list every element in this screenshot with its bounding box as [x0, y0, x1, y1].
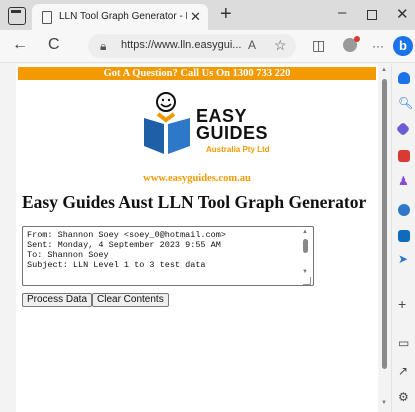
bell-icon[interactable]	[398, 72, 410, 84]
page-scrollbar[interactable]: ▲ ▼	[380, 64, 389, 412]
page-viewport: Got A Question? Call Us On 1300 733 220 …	[16, 64, 378, 412]
tab-close-icon[interactable]: ✕	[190, 9, 201, 25]
book-person-logo-icon	[144, 92, 190, 154]
read-aloud-icon[interactable]: A	[248, 38, 256, 52]
logo-subtitle: Australia Pty Ltd	[206, 145, 270, 154]
page-icon	[42, 11, 52, 24]
data-input-textarea[interactable]: From: Shannon Soey <soey_0@hotmail.com> …	[22, 226, 314, 286]
more-menu-icon[interactable]: ···	[372, 39, 384, 53]
briefcase-icon[interactable]	[398, 150, 410, 162]
send-icon[interactable]: ➤	[398, 252, 408, 266]
scroll-up-arrow-icon[interactable]: ▲	[302, 229, 308, 235]
edge-sidebar: 🔍︎ ♟ ➤ + ▭ ↗ ⚙	[391, 64, 415, 412]
clear-contents-button[interactable]: Clear Contents	[92, 293, 169, 307]
page-scroll-down-icon[interactable]: ▼	[381, 400, 387, 406]
process-data-button[interactable]: Process Data	[22, 293, 93, 307]
page-scroll-up-icon[interactable]: ▲	[381, 67, 387, 73]
textarea-scroll-thumb[interactable]	[303, 239, 308, 253]
minimize-button[interactable]: –	[338, 4, 346, 21]
address-bar[interactable]: 🔒︎ https://www.lln.easygui... A ☆	[88, 34, 296, 58]
site-url-link[interactable]: www.easyguides.com.au	[16, 173, 378, 184]
url-text[interactable]: https://www.lln.easygui...	[121, 39, 241, 51]
browser-window: LLN Tool Graph Generator - Easy ✕ + – ✕ …	[0, 0, 415, 412]
external-link-icon[interactable]: ↗	[398, 364, 408, 378]
circle-icon[interactable]	[398, 204, 410, 216]
close-window-button[interactable]: ✕	[396, 5, 409, 23]
back-icon[interactable]: ←	[12, 36, 28, 54]
contact-banner: Got A Question? Call Us On 1300 733 220	[18, 67, 376, 80]
browser-toolbar: ← C 🔒︎ https://www.lln.easygui... A ☆ ◫ …	[0, 30, 415, 63]
textarea-scrollbar[interactable]: ▲ ▼	[302, 229, 310, 277]
chess-icon[interactable]: ♟	[398, 174, 409, 188]
scroll-down-arrow-icon[interactable]: ▼	[302, 269, 308, 275]
active-tab[interactable]: LLN Tool Graph Generator - Easy ✕	[32, 4, 208, 30]
refresh-icon[interactable]: C	[48, 36, 60, 54]
logo-guides-text: GUIDES	[196, 123, 269, 143]
new-tab-button[interactable]: +	[220, 3, 232, 26]
lock-icon[interactable]: 🔒︎	[100, 39, 106, 54]
resize-grip-icon[interactable]	[303, 277, 311, 285]
title-bar: LLN Tool Graph Generator - Easy ✕ + – ✕	[0, 0, 415, 30]
easy-guides-logo: EASY GUIDES Australia Pty Ltd	[134, 90, 274, 172]
maximize-button[interactable]	[367, 10, 377, 20]
favorite-star-icon[interactable]: ☆	[274, 37, 287, 54]
notification-dot	[354, 36, 360, 42]
add-sidebar-item-icon[interactable]: +	[398, 296, 406, 312]
page-title: Easy Guides Aust LLN Tool Graph Generato…	[22, 192, 367, 212]
outlook-icon[interactable]	[398, 230, 410, 242]
search-icon[interactable]: 🔍︎	[398, 96, 413, 110]
bing-chat-icon[interactable]: b	[393, 36, 413, 56]
settings-gear-icon[interactable]: ⚙	[398, 390, 409, 404]
panel-icon[interactable]: ▭	[398, 336, 409, 350]
page-scroll-thumb[interactable]	[382, 79, 387, 369]
tab-title: LLN Tool Graph Generator - Easy	[59, 11, 187, 22]
tag-icon[interactable]	[395, 121, 411, 137]
tab-actions-button[interactable]	[8, 7, 26, 25]
split-screen-icon[interactable]: ◫	[312, 37, 325, 54]
